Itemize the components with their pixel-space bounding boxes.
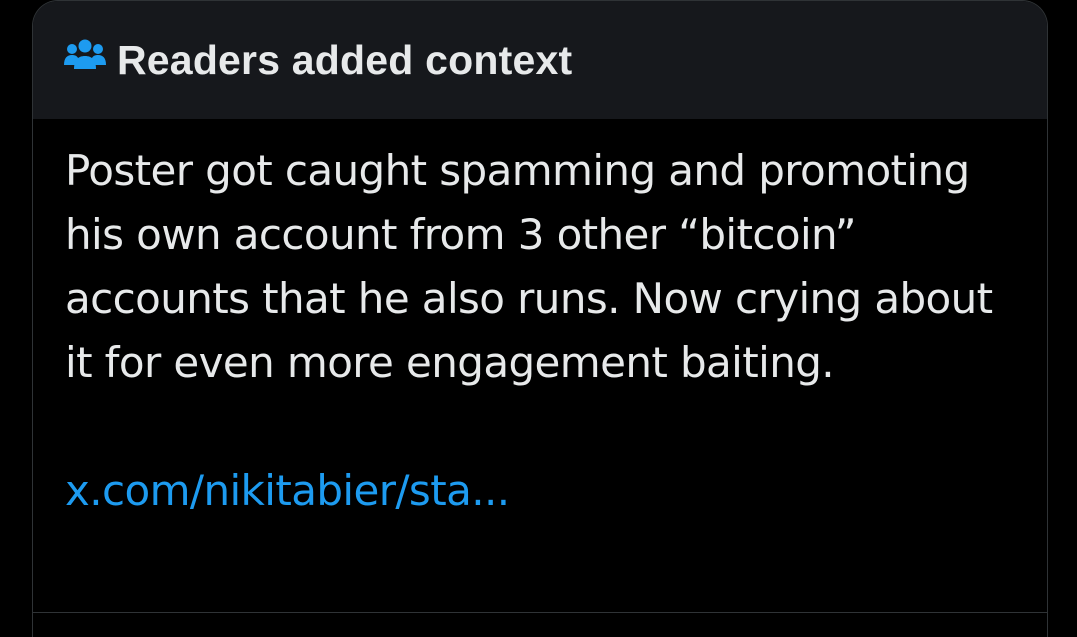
source-link[interactable]: x.com/nikitabier/sta... xyxy=(65,459,1015,523)
community-note-card: Readers added context Poster got caught … xyxy=(32,0,1048,637)
note-header: Readers added context xyxy=(33,1,1047,119)
note-header-title: Readers added context xyxy=(117,36,573,83)
note-text: Poster got caught spamming and promoting… xyxy=(65,146,993,387)
note-body: Poster got caught spamming and promoting… xyxy=(33,119,1047,523)
divider xyxy=(33,612,1047,613)
people-icon xyxy=(63,38,107,74)
